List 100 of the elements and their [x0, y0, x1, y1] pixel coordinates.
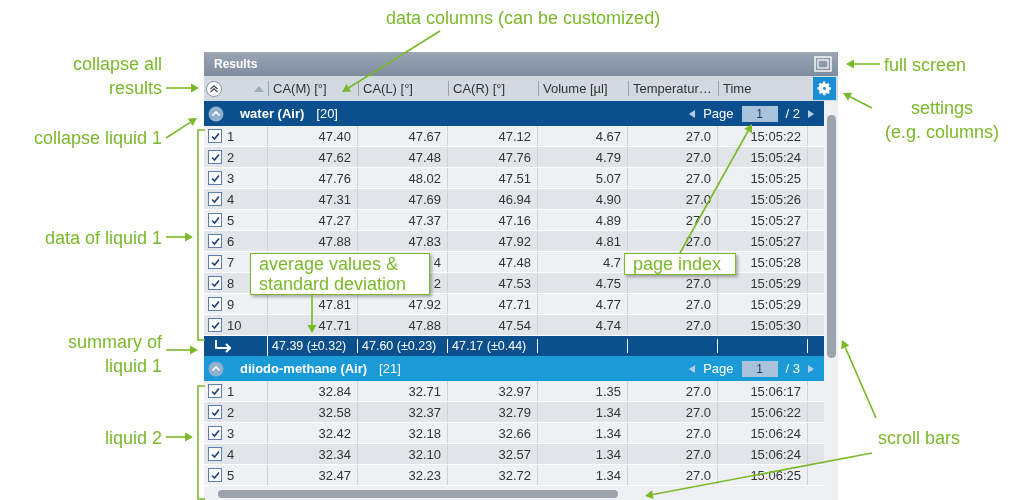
- table-cell: 4.77: [595, 296, 621, 312]
- checkbox[interactable]: [208, 255, 222, 269]
- group-name: diiodo-methane (Air): [240, 361, 368, 376]
- table-row[interactable]: 3 32.42 32.18 32.66 1.34 27.0 15:06:24: [204, 423, 824, 444]
- table-cell: 27.0: [685, 296, 711, 312]
- table-cell: 47.71: [318, 317, 351, 333]
- table-row[interactable]: 4 32.34 32.10 32.57 1.34 27.0 15:06:24: [204, 444, 824, 465]
- table-row[interactable]: 1 47.40 47.67 47.12 4.67 27.0 15:05:22: [204, 126, 824, 147]
- table-row[interactable]: 3 47.76 48.02 47.51 5.07 27.0 15:05:25: [204, 168, 824, 189]
- checkbox[interactable]: [208, 171, 222, 185]
- settings-button[interactable]: [813, 77, 836, 100]
- table-row[interactable]: 6 47.88 47.83 47.92 4.81 27.0 15:05:27: [204, 231, 824, 252]
- table-cell: 4.74: [595, 317, 621, 333]
- checkbox[interactable]: [208, 192, 222, 206]
- annotation: collapse all results: [71, 53, 162, 100]
- summary-arrow-icon: [214, 339, 234, 353]
- checkbox[interactable]: [208, 447, 222, 461]
- table-cell: 32.58: [318, 404, 351, 420]
- table-cell: 47.48: [498, 254, 531, 270]
- checkbox[interactable]: [208, 318, 222, 332]
- collapse-all-icon[interactable]: [206, 80, 222, 97]
- table-cell: 15:05:27: [750, 233, 801, 249]
- column-header-cell[interactable]: CA(L) [°]: [358, 81, 448, 96]
- table-cell: 27.0: [685, 275, 711, 291]
- table-cell: 32.47: [318, 467, 351, 483]
- table-cell: 15:05:27: [750, 212, 801, 228]
- arrow: [307, 294, 317, 333]
- column-header-cell[interactable]: CA(R) [°]: [448, 81, 538, 96]
- table-cell: 15:06:17: [750, 383, 801, 399]
- annotation: data columns (can be customized): [386, 7, 662, 30]
- table-cell: 4.79: [595, 149, 621, 165]
- collapse-icon[interactable]: [208, 105, 224, 122]
- table-cell: 32.71: [408, 383, 441, 399]
- column-header-cell[interactable]: Time: [718, 81, 808, 96]
- table-cell: 15:05:28: [750, 254, 801, 270]
- table-cell: 47.76: [318, 170, 351, 186]
- row-index: 5: [227, 212, 235, 228]
- table-cell: 27.0: [685, 446, 711, 462]
- checkbox[interactable]: [208, 276, 222, 290]
- row-index: 10: [227, 317, 242, 333]
- table-cell: 15:06:24: [750, 425, 801, 441]
- row-index: 5: [227, 467, 235, 483]
- table-cell: 15:05:29: [750, 275, 801, 291]
- table-cell: 4.75: [595, 275, 621, 291]
- table-cell: 27.0: [685, 191, 711, 207]
- table-cell: 47.88: [318, 233, 351, 249]
- summary-value: 47.39 (±0.32): [272, 339, 347, 353]
- arrow: [165, 83, 199, 93]
- page-label: Page: [703, 106, 734, 121]
- table-row[interactable]: 1 32.84 32.71 32.97 1.35 27.0 15:06:17: [204, 381, 824, 402]
- callout-tooltip: average values & standard deviation: [250, 253, 430, 295]
- table-cell: 27.0: [685, 383, 711, 399]
- table-cell: 47.76: [498, 149, 531, 165]
- next-page-icon[interactable]: [808, 109, 814, 118]
- checkbox[interactable]: [208, 150, 222, 164]
- checkbox[interactable]: [208, 213, 222, 227]
- table-cell: 27.0: [685, 170, 711, 186]
- table-row[interactable]: 4 47.31 47.69 46.94 4.90 27.0 15:05:26: [204, 189, 824, 210]
- fullscreen-icon[interactable]: [814, 56, 832, 72]
- checkbox[interactable]: [208, 384, 222, 398]
- table-cell: 32.37: [408, 404, 441, 420]
- checkbox[interactable]: [208, 426, 222, 440]
- table-cell: 15:05:29: [750, 296, 801, 312]
- row-index: 8: [227, 275, 235, 291]
- checkbox[interactable]: [208, 297, 222, 311]
- row-index: 1: [227, 383, 235, 399]
- table-cell: 47.62: [318, 149, 351, 165]
- table-cell: 5.07: [595, 170, 621, 186]
- summary-value: 47.60 (±0.23): [362, 339, 437, 353]
- annotation: collapse liquid 1: [32, 127, 162, 150]
- table-cell: 27.0: [685, 467, 711, 483]
- table-cell: 15:06:25: [750, 467, 801, 483]
- page-field[interactable]: 1: [741, 360, 778, 377]
- table-row[interactable]: 5 32.47 32.23 32.72 1.34 27.0 15:06:25: [204, 465, 824, 486]
- table-cell: 32.34: [318, 446, 351, 462]
- table-cell: 47.37: [408, 212, 441, 228]
- row-index: 1: [227, 128, 235, 144]
- checkbox[interactable]: [208, 405, 222, 419]
- arrow: [165, 345, 198, 355]
- page-field[interactable]: 1: [741, 105, 778, 122]
- table-cell: 32.97: [498, 383, 531, 399]
- table-cell: 27.0: [685, 317, 711, 333]
- table-cell: 47.83: [408, 233, 441, 249]
- table-row[interactable]: 2 32.58 32.37 32.79 1.34 27.0 15:06:22: [204, 402, 824, 423]
- annotation: data of liquid 1: [43, 227, 162, 250]
- checkbox[interactable]: [208, 234, 222, 248]
- previous-page-icon[interactable]: [689, 109, 696, 118]
- column-header-cell[interactable]: Temperatur…: [628, 81, 718, 96]
- table-row[interactable]: 9 47.81 47.92 47.71 4.77 27.0 15:05:29: [204, 294, 824, 315]
- group-count: [20]: [316, 106, 338, 121]
- group-header[interactable]: water (Air) [20] Page 1 / 2: [204, 101, 824, 126]
- table-row[interactable]: 2 47.62 47.48 47.76 4.79 27.0 15:05:24: [204, 147, 824, 168]
- column-header-cell[interactable]: Volume [µl]: [538, 81, 628, 96]
- table-cell: 15:05:30: [750, 317, 801, 333]
- table-row[interactable]: 10 47.71 47.88 47.54 4.74 27.0 15:05:30: [204, 315, 824, 336]
- group-header[interactable]: diiodo-methane (Air) [21] Page 1 / 3: [204, 356, 824, 381]
- group-count: [21]: [379, 361, 401, 376]
- checkbox[interactable]: [208, 468, 222, 482]
- checkbox[interactable]: [208, 129, 222, 143]
- summary-value: 47.17 (±0.44): [452, 339, 527, 353]
